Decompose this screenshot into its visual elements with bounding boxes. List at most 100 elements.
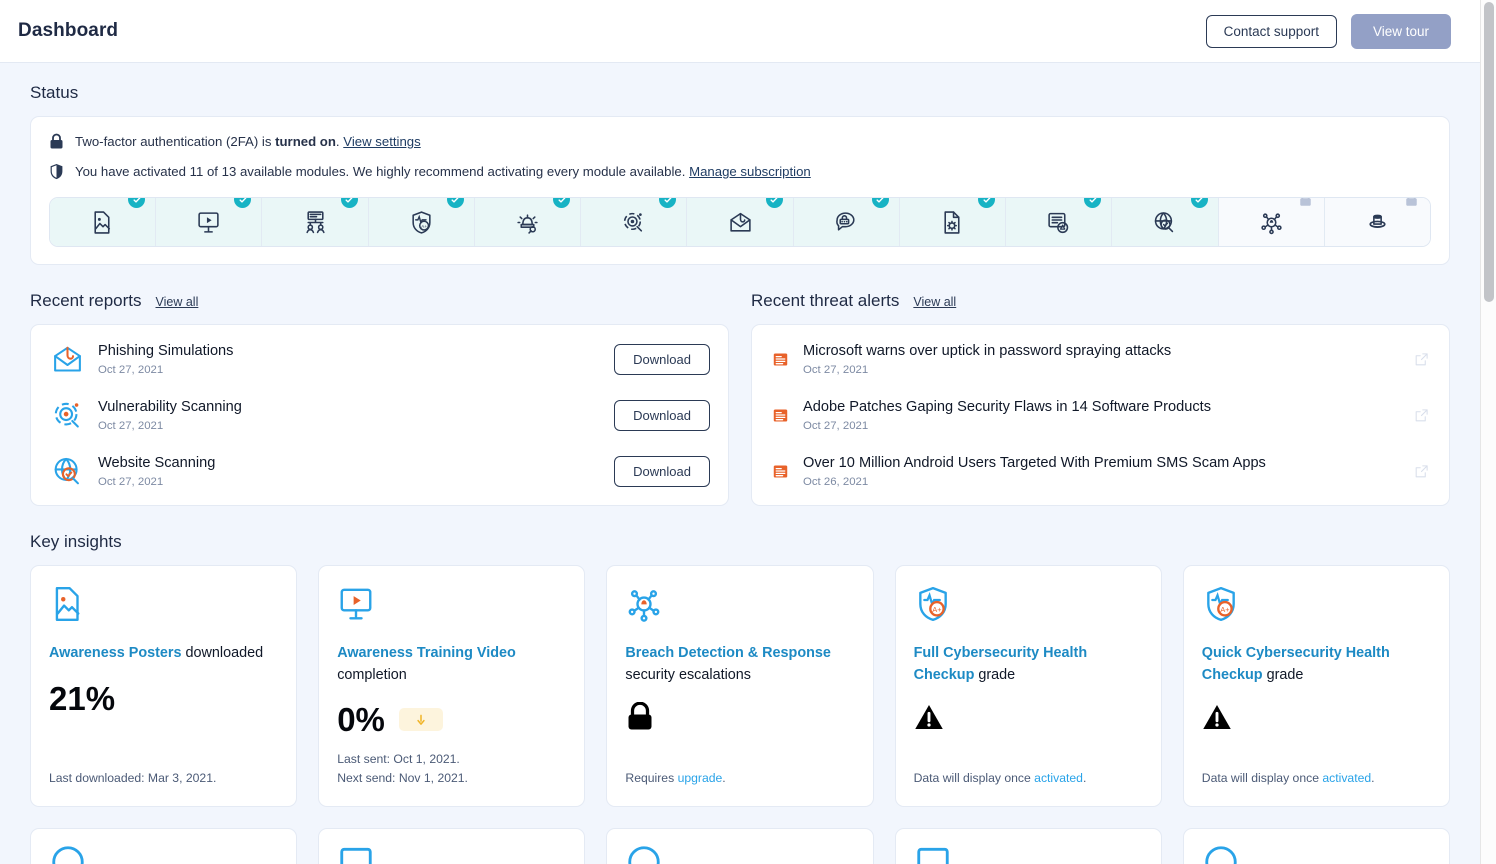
insight-card-partial: [1182, 828, 1450, 864]
report-row: Website Scanning Oct 27, 2021 Download: [31, 443, 728, 499]
module-tile-alarm-bell[interactable]: [474, 198, 582, 246]
app-header: Dashboard Contact support View tour: [0, 0, 1480, 63]
open-threat-alert-button[interactable]: [1412, 462, 1431, 481]
insight-footer: Data will display once activated.: [1202, 769, 1431, 788]
insight-footer-link[interactable]: upgrade: [678, 771, 723, 785]
insight-card: A+ Full Cybersecurity Health Checkup grad…: [894, 565, 1162, 808]
svg-text:A+: A+: [421, 223, 427, 229]
warning-triangle-icon: [1202, 702, 1431, 737]
module-tile-dark-web-hat[interactable]: [1324, 198, 1430, 246]
module-tile-image-file[interactable]: [50, 198, 157, 246]
header-actions: Contact support View tour: [1205, 13, 1456, 49]
breach-detection-icon: [1259, 210, 1284, 235]
insight-card-partial: [894, 828, 1162, 864]
insight-footer-suffix: .: [722, 771, 726, 786]
phishing-envelope-icon: [728, 210, 753, 235]
module-tile-video-presentation[interactable]: [156, 198, 263, 246]
check-badge: [871, 198, 889, 208]
insight-label-rest: security escalations: [625, 666, 751, 683]
insight-card: Awareness Training Video completion 0% Las…: [318, 565, 586, 808]
report-info: Vulnerability Scanning Oct 27, 2021: [98, 398, 600, 431]
check-badge: [446, 198, 464, 208]
insight-footer-suffix: .: [1371, 771, 1375, 786]
warning-triangle-icon: [914, 702, 1143, 737]
insight-footer-line-1: Next send: Nov 1, 2021.: [337, 771, 468, 786]
insight-label: Awareness Training Video completion: [337, 643, 566, 686]
document-gear-icon: [940, 210, 965, 235]
image-file-icon: [90, 210, 115, 235]
threat-alert-row[interactable]: Over 10 Million Android Users Targeted W…: [752, 443, 1449, 499]
module-tile-policy-alert-doc[interactable]: [1006, 198, 1113, 246]
vulnerability-scan-icon: [621, 210, 646, 235]
threat-alert-row[interactable]: Adobe Patches Gaping Security Flaws in 1…: [752, 387, 1449, 443]
dashboard-content: Status Two-factor authentication (2FA) i…: [0, 63, 1480, 864]
dark-web-hat-icon: [1365, 210, 1390, 235]
status-card: Two-factor authentication (2FA) is turne…: [30, 116, 1450, 265]
threat-alert-date: Oct 27, 2021: [803, 363, 869, 376]
threat-alert-info: Microsoft warns over uptick in password …: [803, 342, 1398, 375]
check-badge: [978, 198, 996, 208]
report-date: Oct 27, 2021: [98, 419, 164, 432]
threat-alert-row[interactable]: Microsoft warns over uptick in password …: [752, 331, 1449, 387]
contact-support-button[interactable]: Contact support: [1205, 14, 1337, 48]
download-report-button[interactable]: Download: [614, 455, 710, 487]
threat-alerts-head: Recent threat alerts View all: [751, 291, 1450, 311]
insight-card-partial: [606, 828, 874, 864]
policy-alert-doc-icon: [1046, 210, 1071, 235]
insight-footer-line-0: Last sent: Oct 1, 2021.: [337, 752, 460, 767]
partial-circle-icon: [1202, 843, 1431, 864]
insight-footer: Requires upgrade.: [625, 769, 854, 788]
insight-label-highlight: Awareness Posters: [49, 645, 182, 661]
insight-label-rest: grade: [974, 666, 1016, 683]
insight-trend-badge: [398, 708, 443, 732]
check-badge: [765, 198, 783, 208]
report-date: Oct 27, 2021: [98, 475, 164, 488]
view-tour-button[interactable]: View tour: [1350, 13, 1451, 49]
key-insights-grid: Awareness Posters downloaded 21% Last down…: [30, 565, 1450, 808]
threat-alert-info: Adobe Patches Gaping Security Flaws in 1…: [803, 398, 1398, 431]
open-threat-alert-button[interactable]: [1412, 350, 1431, 369]
check-badge: [128, 198, 146, 208]
lock-icon: [49, 133, 64, 150]
module-tile-document-gear[interactable]: [899, 198, 1007, 246]
twofa-status-row: Two-factor authentication (2FA) is turne…: [49, 133, 1431, 150]
insight-label-rest: completion: [337, 666, 407, 683]
phishing-envelope-icon: [51, 343, 84, 376]
article-icon: [772, 407, 789, 424]
module-tile-shield-health-grade[interactable]: A+: [368, 198, 475, 246]
lock-badge: [1403, 198, 1420, 208]
vertical-scrollbar[interactable]: [1480, 0, 1496, 864]
module-tile-breach-detection[interactable]: [1218, 198, 1325, 246]
view-settings-link[interactable]: View settings: [343, 134, 420, 149]
insight-card-partial: [318, 828, 586, 864]
threat-alert-title: Microsoft warns over uptick in password …: [803, 343, 1172, 360]
lock-badge: [1297, 198, 1314, 208]
insight-footer-prefix: Data will display once: [1201, 771, 1323, 786]
module-tile-password-chat[interactable]: [793, 198, 900, 246]
insight-footer-link[interactable]: activated: [1034, 771, 1083, 785]
open-threat-alert-button[interactable]: [1412, 406, 1431, 425]
module-tile-whiteboard-training[interactable]: [262, 198, 369, 246]
threat-alerts-view-all-link[interactable]: View all: [913, 295, 956, 309]
report-date: Oct 27, 2021: [98, 363, 164, 376]
module-tile-phishing-envelope[interactable]: [687, 198, 794, 246]
recent-reports-view-all-link[interactable]: View all: [156, 295, 199, 309]
module-tile-website-scan-globe[interactable]: [1112, 198, 1219, 246]
download-report-button[interactable]: Download: [614, 343, 710, 375]
download-report-button[interactable]: Download: [614, 399, 710, 431]
check-badge: [659, 198, 677, 208]
recent-reports-head: Recent reports View all: [30, 291, 729, 311]
check-badge: [553, 198, 571, 208]
module-tile-vulnerability-scan[interactable]: [581, 198, 688, 246]
insight-footer: Last downloaded: Mar 3, 2021.: [49, 769, 278, 788]
modules-strip: A+: [49, 197, 1431, 247]
insight-footer-prefix: Data will display once: [913, 771, 1035, 786]
manage-subscription-link[interactable]: Manage subscription: [689, 164, 811, 179]
shield-health-grade-icon: A+: [914, 585, 1143, 629]
report-info: Website Scanning Oct 27, 2021: [98, 454, 600, 487]
partial-circle-icon: [625, 843, 854, 864]
recent-reports-column: Recent reports View all Phishing Simulat…: [30, 291, 729, 506]
status-section-title: Status: [30, 83, 79, 102]
insight-footer-link[interactable]: activated: [1322, 771, 1371, 785]
scrollbar-thumb[interactable]: [1484, 2, 1494, 302]
